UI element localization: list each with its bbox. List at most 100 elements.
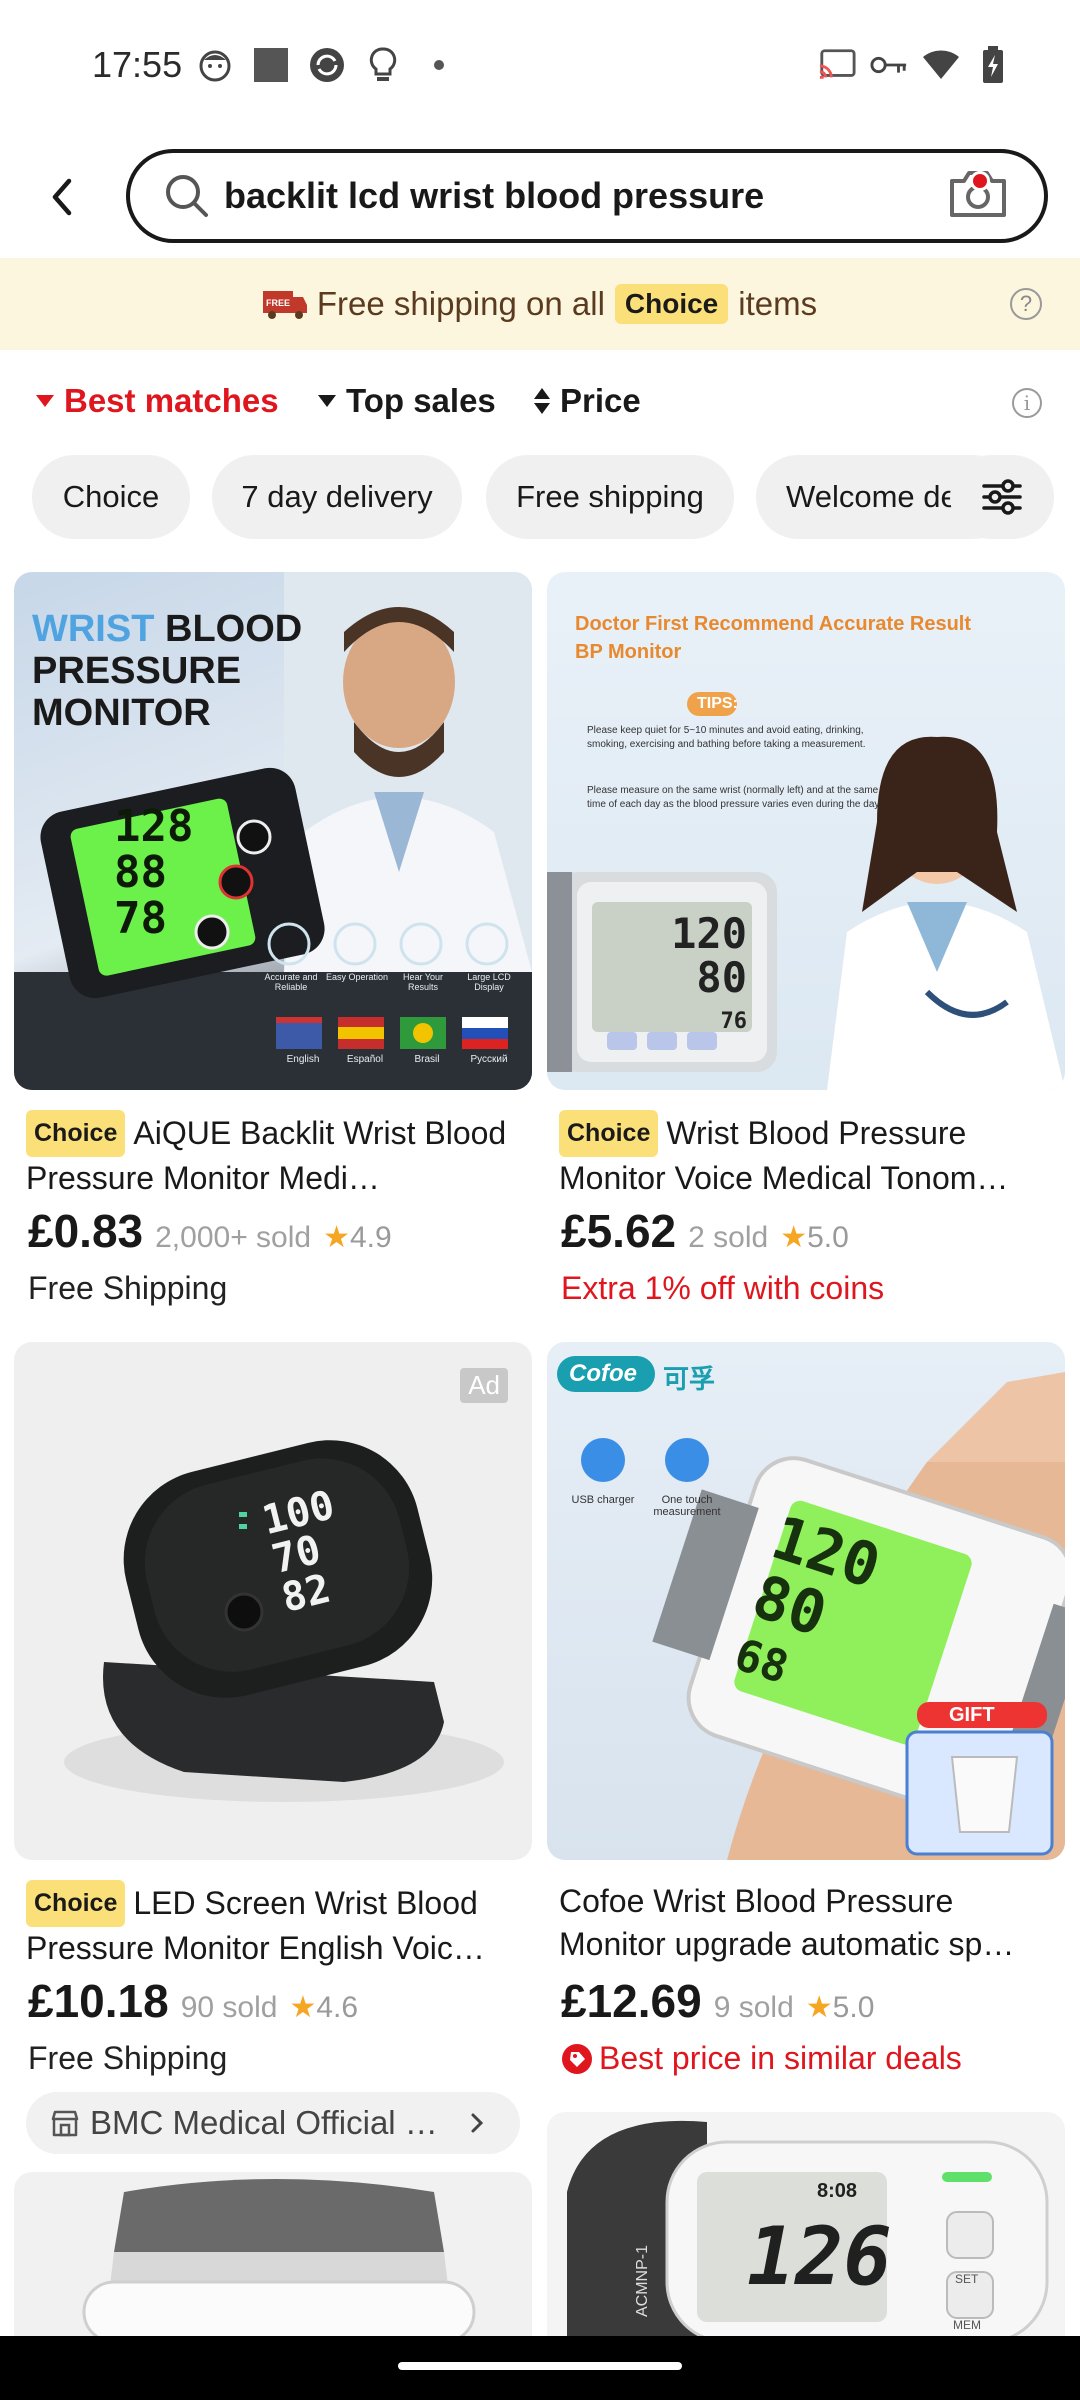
search-input[interactable]: backlit lcd wrist blood pressure [126, 149, 1048, 243]
price-row: £0.83 2,000+ sold ★4.9 [28, 1204, 392, 1258]
store-name: BMC Medical Official … [90, 2104, 438, 2141]
tips-label: TIPS: [697, 695, 738, 712]
product-card[interactable]: 126 8:08 ACMNP-1 SET MEM [547, 2112, 1065, 2336]
caret-down-icon [318, 395, 336, 407]
chevron-left-icon [52, 178, 72, 216]
chip-choice[interactable]: Choice [32, 455, 190, 539]
rating: ★4.6 [289, 1990, 358, 2025]
lang-espanol: Español [346, 1054, 384, 1065]
sort-price-label: Price [560, 382, 641, 419]
sort-updown-icon [534, 388, 550, 414]
reading-dia: 88 [114, 847, 167, 898]
sort-bar: Best matches Top sales Price i [0, 370, 1080, 440]
product-card[interactable] [14, 2172, 532, 2336]
star-icon: ★ [780, 1221, 808, 1254]
device-time: 8:08 [817, 2180, 858, 2202]
reading-sys: 126 [747, 2210, 892, 2303]
sort-price[interactable]: Price [534, 382, 641, 420]
product-card[interactable]: Doctor First Recommend Accurate Result B… [547, 572, 1065, 1312]
reading-sys: 128 [114, 801, 194, 852]
bulb-icon [364, 46, 402, 84]
truck-icon: FREE [262, 291, 307, 319]
store-icon [51, 2110, 79, 2137]
product-image[interactable]: WRIST BLOOD PRESSURE MONITOR 128 88 78 A… [14, 572, 532, 1090]
rating-value: 4.9 [350, 1221, 392, 1254]
headline-blood: BLOOD [165, 608, 303, 650]
model-label: ACMNP-1 [634, 2244, 652, 2318]
product-card[interactable]: 100 70 82 Ad Choice LED Screen Wrist Bloo… [14, 1342, 532, 2162]
feature-hear: Hear Your Results [402, 972, 444, 992]
lang-brasil: Brasil [414, 1054, 440, 1065]
status-notification-icons [196, 46, 458, 84]
product-image[interactable]: Doctor First Recommend Accurate Result B… [547, 572, 1065, 1090]
coins-note: Extra 1% off with coins [561, 1270, 885, 1306]
sort-top-label: Top sales [346, 382, 496, 419]
choice-tag: Choice [26, 1110, 126, 1157]
usb-label: USB charger [571, 1494, 635, 1506]
image-search-button[interactable] [948, 167, 1014, 225]
system-navigation-bar [0, 2336, 1080, 2400]
feature-lcd: Large LCD Display [467, 972, 511, 992]
reading-pul: 78 [114, 893, 167, 944]
sold-count: 90 sold [180, 1991, 278, 2024]
status-time: 17:55 [92, 44, 183, 85]
product-image[interactable]: 126 8:08 ACMNP-1 SET MEM [547, 2112, 1065, 2336]
choice-tag: Choice [614, 284, 729, 324]
star-icon: ★ [289, 1991, 317, 2024]
product-image[interactable]: Cofoe 可孚 USB charger One touch measureme… [547, 1342, 1065, 1860]
reading-sys: 120 [671, 909, 747, 958]
filter-button[interactable] [950, 455, 1054, 539]
sync-icon [308, 46, 346, 84]
product-card[interactable]: Cofoe 可孚 USB charger One touch measureme… [547, 1342, 1065, 2082]
star-icon: ★ [805, 1991, 833, 2024]
help-icon[interactable]: ? [1010, 288, 1042, 320]
set-label: SET [955, 2272, 979, 2286]
brand-cn: 可孚 [663, 1364, 716, 1394]
price-row: £12.69 9 sold ★5.0 [561, 1974, 874, 2028]
store-link[interactable]: BMC Medical Official … [26, 2092, 520, 2154]
info-icon[interactable]: i [1012, 388, 1042, 418]
caret-down-icon [36, 395, 54, 407]
best-price-note: Best price in similar deals [561, 2040, 962, 2077]
product-card[interactable]: WRIST BLOOD PRESSURE MONITOR 128 88 78 A… [14, 572, 532, 1312]
rating-value: 5.0 [807, 1221, 849, 1254]
home-gesture-handle[interactable] [398, 2362, 682, 2370]
status-bar: 17:55 [0, 0, 1080, 135]
product-title[interactable]: Cofoe Wrist Blood Pressure Monitor upgra… [559, 1880, 1059, 1966]
product-title[interactable]: Choice Wrist Blood Pressure Monitor Voice… [559, 1110, 1059, 1200]
product-image[interactable] [14, 2172, 532, 2336]
chevron-right-icon [471, 2113, 484, 2133]
sort-top-sales[interactable]: Top sales [318, 382, 496, 420]
mem-label: MEM [953, 2318, 981, 2332]
status-system-icons [818, 46, 1012, 84]
tip-2: Please measure on the same wrist (normal… [587, 785, 882, 810]
vpn-key-icon [870, 46, 908, 84]
rating: ★4.9 [323, 1220, 392, 1255]
cast-icon [818, 46, 856, 84]
price-tag-icon [562, 2043, 592, 2074]
sold-count: 2 sold [688, 1221, 769, 1254]
product-image[interactable]: 100 70 82 Ad [14, 1342, 532, 1860]
reading-pul: 76 [720, 1009, 748, 1034]
chip-7-day-delivery[interactable]: 7 day delivery [212, 455, 462, 539]
gallery-icon [252, 46, 290, 84]
back-button[interactable] [30, 165, 94, 229]
rating: ★5.0 [780, 1220, 849, 1255]
product-price: £10.18 [28, 1975, 169, 2027]
filter-sliders-icon [982, 479, 1022, 515]
shipping-note: Free Shipping [28, 1270, 228, 1306]
promo-text-start: Free shipping on all [316, 285, 605, 322]
product-price: £0.83 [28, 1205, 144, 1257]
chip-free-shipping[interactable]: Free shipping [486, 455, 734, 539]
price-row: £5.62 2 sold ★5.0 [561, 1204, 849, 1258]
search-query: backlit lcd wrist blood pressure [224, 175, 765, 216]
search-header: backlit lcd wrist blood pressure [0, 135, 1080, 260]
rating-value: 4.6 [316, 1991, 359, 2024]
rating-value: 5.0 [832, 1991, 875, 2024]
sort-best-matches[interactable]: Best matches [36, 382, 279, 420]
product-title[interactable]: Choice AiQUE Backlit Wrist Blood Pressure… [26, 1110, 526, 1200]
product-title[interactable]: Choice LED Screen Wrist Blood Pressure Mo… [26, 1880, 526, 1970]
free-shipping-banner[interactable]: FREE Free shipping on all Choice items ? [0, 258, 1080, 350]
shipping-note: Free Shipping [28, 2040, 228, 2076]
gift-label: GIFT [949, 1704, 995, 1726]
